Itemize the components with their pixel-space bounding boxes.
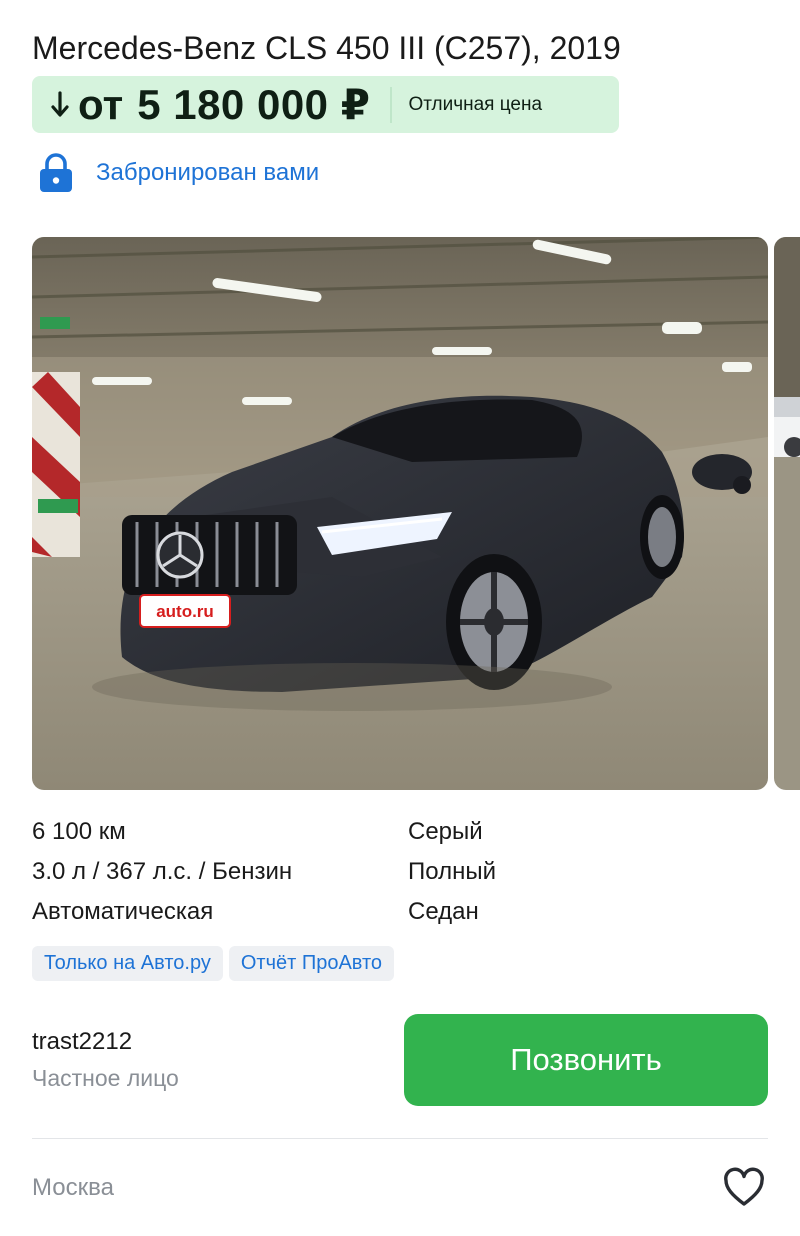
spec-color: Серый (408, 818, 483, 845)
spec-drive: Полный (408, 858, 496, 885)
seller-info[interactable]: trast2212 Частное лицо (32, 1024, 179, 1096)
tag-proauto-report[interactable]: Отчёт ПроАвто (228, 946, 395, 981)
next-photo-thumbnail (774, 237, 800, 790)
listing-title: Mercedes-Benz CLS 450 III (C257), 2019 (32, 30, 621, 66)
price-block: от 5 180 000 ₽ Отличная цена (32, 76, 619, 133)
price-value: 5 180 000 ₽ (137, 80, 371, 128)
heart-icon[interactable] (722, 1166, 766, 1210)
plate-text: auto.ru (156, 602, 214, 621)
booking-status[interactable]: Забронирован вами (38, 152, 319, 194)
divider (32, 1138, 768, 1139)
price-divider (390, 86, 393, 123)
car-photo: auto.ru (32, 237, 768, 790)
price-rating-badge[interactable]: Отличная цена (408, 94, 542, 116)
spec-transmission: Автоматическая (32, 898, 214, 925)
tag-only-on-autoru[interactable]: Только на Авто.ру (32, 946, 223, 981)
seller-name: trast2212 (32, 1028, 133, 1055)
location-city: Москва (32, 1174, 114, 1201)
spec-mileage: 6 100 км (32, 818, 126, 845)
price-prefix: от (78, 80, 124, 128)
booking-label: Забронирован вами (96, 159, 320, 186)
call-button[interactable]: Позвонить (404, 1014, 768, 1106)
seller-type: Частное лицо (32, 1065, 179, 1091)
lock-icon (40, 153, 72, 192)
tag-list: Только на Авто.ру Отчёт ПроАвто (32, 946, 395, 981)
arrow-down-icon (51, 90, 69, 117)
photo-gallery-next-preview[interactable] (774, 237, 800, 790)
photo-gallery-main[interactable]: auto.ru (32, 237, 768, 790)
spec-engine: 3.0 л / 367 л.с. / Бензин (32, 858, 293, 885)
spec-body: Седан (408, 898, 479, 925)
specs-grid: 6 100 км Серый 3.0 л / 367 л.с. / Бензин… (32, 812, 772, 932)
